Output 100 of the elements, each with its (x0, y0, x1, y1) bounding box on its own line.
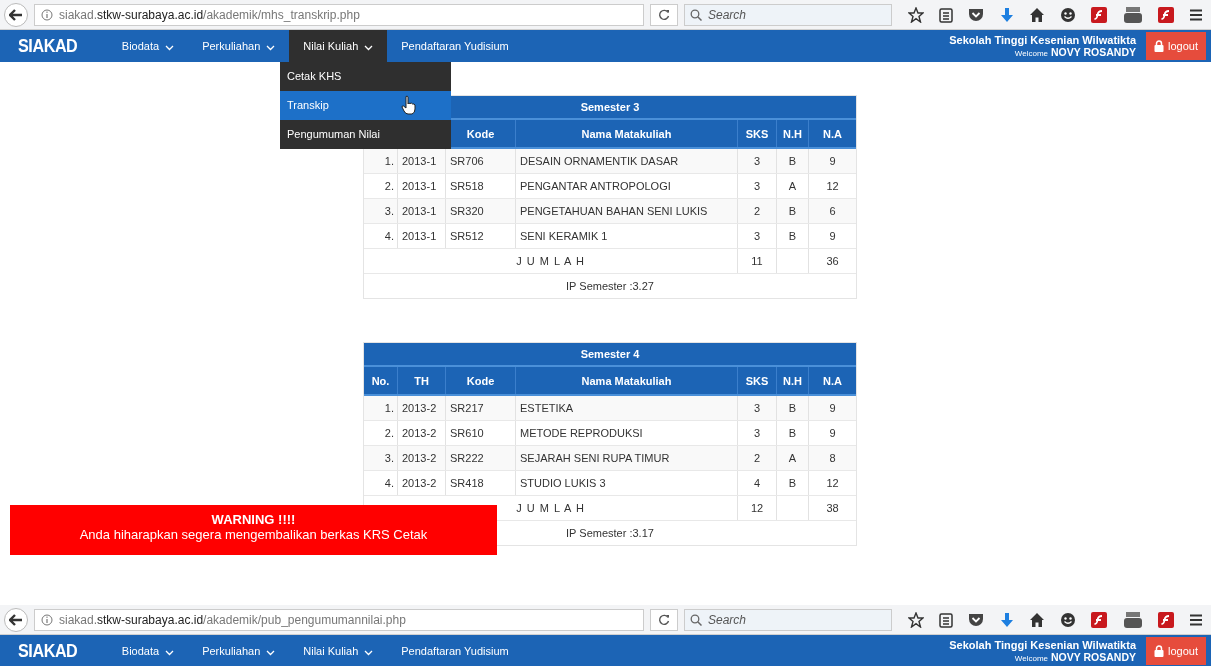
smiley-icon[interactable] (1060, 6, 1077, 23)
column-header: TH (398, 367, 446, 394)
url-text: siakad.stkw-surabaya.ac.id/akademik/mhs_transkrip.php (59, 7, 360, 22)
table-cell: SR706 (446, 149, 516, 173)
menu-icon[interactable] (1188, 612, 1203, 627)
table-cell: 2 (738, 446, 777, 470)
table-cell: SR222 (446, 446, 516, 470)
table-cell: 2013-2 (398, 396, 446, 420)
info-icon (41, 613, 53, 626)
reload-button[interactable] (650, 3, 678, 26)
dropdown-item[interactable]: Transkip (280, 91, 451, 120)
welcome-label: Welcome (1014, 654, 1048, 663)
column-header: N.H (777, 120, 809, 147)
table-cell: 2. (364, 174, 398, 198)
table-cell: 2013-1 (398, 199, 446, 223)
table-cell: B (777, 471, 809, 495)
plugin-icon[interactable] (1157, 6, 1174, 23)
nav-menu-item[interactable]: Biodata (107, 635, 189, 666)
nav-menu-item[interactable]: Nilai Kuliah (289, 30, 388, 62)
table-cell: 3. (364, 446, 398, 470)
table-cell: METODE REPRODUKSI (516, 421, 738, 445)
table-cell: PENGETAHUAN BAHAN SENI LUKIS (516, 199, 738, 223)
table-cell: SR610 (446, 421, 516, 445)
table-cell: SEJARAH SENI RUPA TIMUR (516, 446, 738, 470)
table-cell-text: 12 (825, 179, 840, 194)
table-cell: 2013-2 (398, 446, 446, 470)
logout-button[interactable]: logout (1146, 32, 1206, 60)
warning-text: Anda hiharapkan segera mengembalikan berkas KRS Cetak (79, 527, 428, 542)
table-cell: 4 (738, 471, 777, 495)
home-icon[interactable] (1028, 611, 1045, 628)
semester-title: Semester 4 (364, 343, 856, 367)
download-icon[interactable] (999, 6, 1014, 23)
nav-menu-item[interactable]: Pendaftaran Yudisium (387, 635, 523, 666)
table-cell: 1. (364, 396, 398, 420)
address-field[interactable]: siakad.stkw-surabaya.ac.id/akademik/mhs_transkrip.php (34, 3, 644, 26)
warning-title: WARNING !!!! (211, 512, 296, 527)
back-button[interactable] (4, 607, 28, 632)
star-icon[interactable] (908, 611, 924, 628)
nav-menu-item[interactable]: Nilai Kuliah (289, 635, 388, 666)
logout-button[interactable]: logout (1146, 637, 1206, 665)
column-header: N.A (822, 373, 843, 389)
home-icon[interactable] (1028, 6, 1045, 23)
table-cell: 2013-1 (398, 224, 446, 248)
welcome-label: Welcome (1014, 49, 1048, 58)
search-field[interactable]: Search (684, 3, 892, 26)
table-cell: A (777, 174, 809, 198)
plugin-icon[interactable] (1157, 611, 1174, 628)
star-icon[interactable] (908, 6, 924, 23)
clipboard-icon[interactable] (939, 6, 954, 23)
table-cell: SENI KERAMIK 1 (516, 224, 738, 248)
nav-menu-item[interactable]: Perkuliahan (188, 635, 290, 666)
school-name: Sekolah Tinggi Kesenian Wilwatikta (949, 34, 1136, 46)
menu-icon[interactable] (1188, 7, 1203, 22)
download-icon[interactable] (999, 611, 1014, 628)
table-cell: B (777, 199, 809, 223)
table-cell: 3 (738, 421, 777, 445)
table-cell-text: 8 (828, 451, 837, 466)
info-icon (41, 8, 53, 21)
table-cell-text: 36 (825, 254, 840, 269)
search-field[interactable]: Search (684, 608, 892, 631)
column-header: SKS (738, 367, 777, 394)
table-cell: 3. (364, 199, 398, 223)
pocket-icon[interactable] (968, 612, 985, 627)
table-cell-text: 9 (828, 229, 837, 244)
site-logo[interactable]: SIAKAD (18, 640, 78, 662)
table-cell: SR320 (446, 199, 516, 223)
dropdown-item[interactable]: Cetak KHS (280, 62, 451, 91)
back-button[interactable] (4, 2, 28, 27)
table-cell: STUDIO LUKIS 3 (516, 471, 738, 495)
column-header: N.H (777, 367, 809, 394)
plugin-icon[interactable] (1091, 6, 1108, 23)
user-name: NOVY ROSANDY (1051, 46, 1136, 58)
site-logo[interactable]: SIAKAD (18, 35, 78, 57)
nav-menu-item[interactable]: Perkuliahan (188, 30, 290, 62)
table-cell: 2013-1 (398, 149, 446, 173)
reload-icon (658, 613, 670, 626)
table-cell: B (777, 396, 809, 420)
table-cell-text: 9 (828, 154, 837, 169)
nav-menu-item[interactable]: Biodata (107, 30, 189, 62)
nav-menu-item[interactable]: Pendaftaran Yudisium (387, 30, 523, 62)
table-cell: 2. (364, 421, 398, 445)
column-header: Nama Matakuliah (516, 367, 738, 394)
table-cell: SR518 (446, 174, 516, 198)
clipboard-icon[interactable] (939, 611, 954, 628)
lock-icon (1154, 645, 1164, 657)
table-cell-text: 9 (828, 426, 837, 441)
plugin-icon[interactable] (1091, 611, 1108, 628)
reload-button[interactable] (650, 608, 678, 631)
pocket-icon[interactable] (968, 7, 985, 22)
table-cell: B (777, 149, 809, 173)
table-cell-text: 6 (828, 204, 837, 219)
table-cell: 11 (738, 249, 777, 273)
table-cell: 4. (364, 471, 398, 495)
address-field[interactable]: siakad.stkw-surabaya.ac.id/akademik/pub_pengumumannilai.php (34, 608, 644, 631)
smiley-icon[interactable] (1060, 611, 1077, 628)
column-header: Kode (446, 367, 516, 394)
reload-icon (658, 8, 670, 21)
table-cell-text: 38 (825, 501, 840, 516)
table-cell: 3 (738, 396, 777, 420)
table-cell: 2013-2 (398, 421, 446, 445)
